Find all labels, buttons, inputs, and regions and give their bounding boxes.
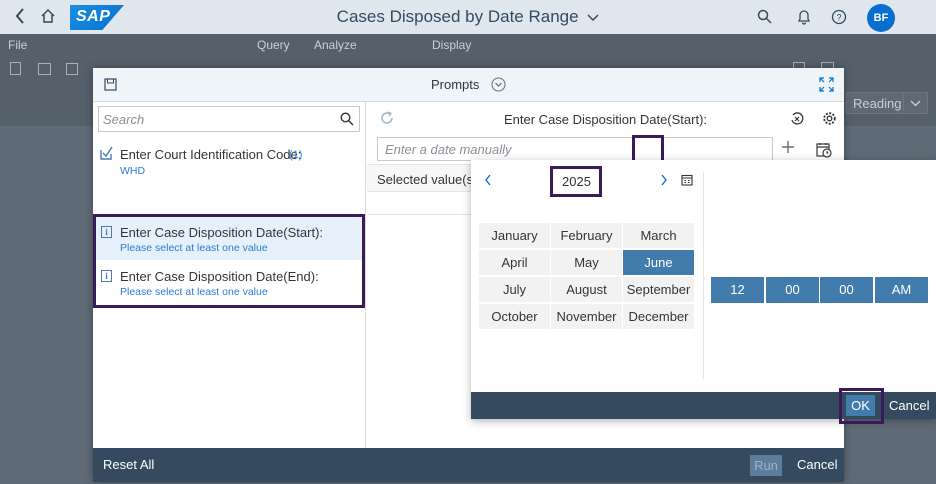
prompt-item-court-code[interactable]: Enter Court Identification Code: (1) WHD	[93, 140, 366, 180]
month-december[interactable]: December	[623, 304, 694, 329]
calendar-icon[interactable]	[681, 174, 693, 189]
prompt-hint: Please select at least one value	[120, 242, 268, 254]
time-second[interactable]: 00	[820, 277, 873, 303]
dialog-footer: Reset All Run Cancel	[93, 448, 844, 482]
refresh-icon[interactable]	[380, 111, 394, 128]
chevron-left-icon[interactable]	[484, 174, 492, 189]
cancel-button[interactable]: Cancel	[797, 457, 837, 472]
month-june[interactable]: June	[623, 250, 694, 275]
picker-cancel-button[interactable]: Cancel	[889, 398, 929, 413]
run-button[interactable]: Run	[750, 455, 782, 476]
prompt-hint: Please select at least one value	[120, 286, 268, 298]
reading-mode-select[interactable]: Reading	[846, 92, 928, 114]
time-ampm[interactable]: AM	[875, 277, 928, 303]
search-icon[interactable]	[340, 112, 354, 126]
month-october[interactable]: October	[479, 304, 550, 329]
prompt-list-pane: Search Enter Court Identification Code: …	[93, 102, 366, 448]
date-picker-popover: 2025 January February March April May Ju…	[471, 160, 936, 424]
prompt-title: Enter Case Disposition Date(Start):	[120, 225, 324, 240]
bell-icon[interactable]	[797, 9, 811, 28]
month-may[interactable]: May	[551, 250, 622, 275]
search-placeholder: Search	[103, 112, 145, 127]
checkmark-icon	[100, 146, 113, 160]
date-input[interactable]: Enter a date manually	[377, 137, 773, 161]
prompt-title: Enter Case Disposition Date(End):	[120, 269, 319, 284]
month-january[interactable]: January	[479, 223, 550, 248]
reading-mode-label: Reading	[853, 96, 902, 111]
month-july[interactable]: July	[479, 277, 550, 302]
calendar-clock-icon[interactable]	[816, 142, 832, 161]
help-icon[interactable]: ?	[831, 9, 847, 28]
chevron-down-circle-icon[interactable]	[491, 77, 506, 92]
time-hour[interactable]: 12	[711, 277, 764, 303]
month-september[interactable]: September	[623, 277, 694, 302]
svg-text:?: ?	[836, 13, 841, 23]
app-title-text: Cases Disposed by Date Range	[336, 7, 579, 26]
chevron-down-icon	[910, 100, 921, 107]
gear-icon[interactable]	[822, 111, 837, 129]
group-analyze: Analyze	[314, 38, 357, 52]
prompt-value: WHD	[120, 165, 146, 177]
time-minute[interactable]: 00	[766, 277, 819, 303]
reset-all-button[interactable]: Reset All	[103, 457, 154, 472]
month-march[interactable]: March	[623, 223, 694, 248]
dialog-header: Prompts	[93, 68, 844, 102]
search-icon[interactable]	[757, 9, 772, 27]
add-icon[interactable]	[781, 140, 795, 157]
dialog-title-text: Prompts	[430, 77, 480, 92]
avatar[interactable]: BF	[867, 4, 895, 32]
month-april[interactable]: April	[479, 250, 550, 275]
group-display: Display	[432, 38, 472, 52]
month-november[interactable]: November	[551, 304, 622, 329]
year-button[interactable]: 2025	[562, 174, 591, 189]
selected-values-label: Selected value(s	[377, 172, 474, 187]
group-query: Query	[257, 38, 290, 52]
info-icon: i	[101, 226, 112, 238]
prompt-item-disposition-start[interactable]: i Enter Case Disposition Date(Start): Pl…	[96, 217, 362, 260]
picker-footer: OK Cancel	[471, 388, 936, 424]
prompt-title: Enter Court Identification Code:	[120, 147, 302, 162]
chevron-down-icon	[587, 14, 599, 22]
chevron-right-icon[interactable]	[660, 174, 668, 189]
open-folder-icon[interactable]	[38, 63, 51, 75]
search-input[interactable]: Search	[98, 106, 360, 132]
prompt-item-disposition-end[interactable]: i Enter Case Disposition Date(End): Plea…	[96, 261, 362, 305]
month-february[interactable]: February	[551, 223, 622, 248]
expand-icon[interactable]	[819, 77, 834, 95]
app-title[interactable]: Cases Disposed by Date Range	[0, 7, 936, 27]
new-document-icon[interactable]	[10, 62, 21, 75]
save-icon[interactable]	[66, 63, 78, 75]
dialog-title: Prompts	[93, 77, 844, 92]
month-august[interactable]: August	[551, 277, 622, 302]
clear-history-icon[interactable]	[790, 112, 804, 129]
date-input-placeholder: Enter a date manually	[385, 142, 512, 157]
picker-divider	[703, 172, 704, 379]
detail-title: Enter Case Disposition Date(Start):	[504, 112, 708, 127]
menu-file[interactable]: File	[8, 38, 27, 52]
shell-header: SAP Cases Disposed by Date Range ? BF	[0, 0, 936, 34]
info-icon: i	[101, 270, 112, 282]
prompt-count: (1)	[289, 149, 303, 161]
select-divider	[903, 93, 904, 113]
ok-button[interactable]: OK	[846, 395, 875, 416]
